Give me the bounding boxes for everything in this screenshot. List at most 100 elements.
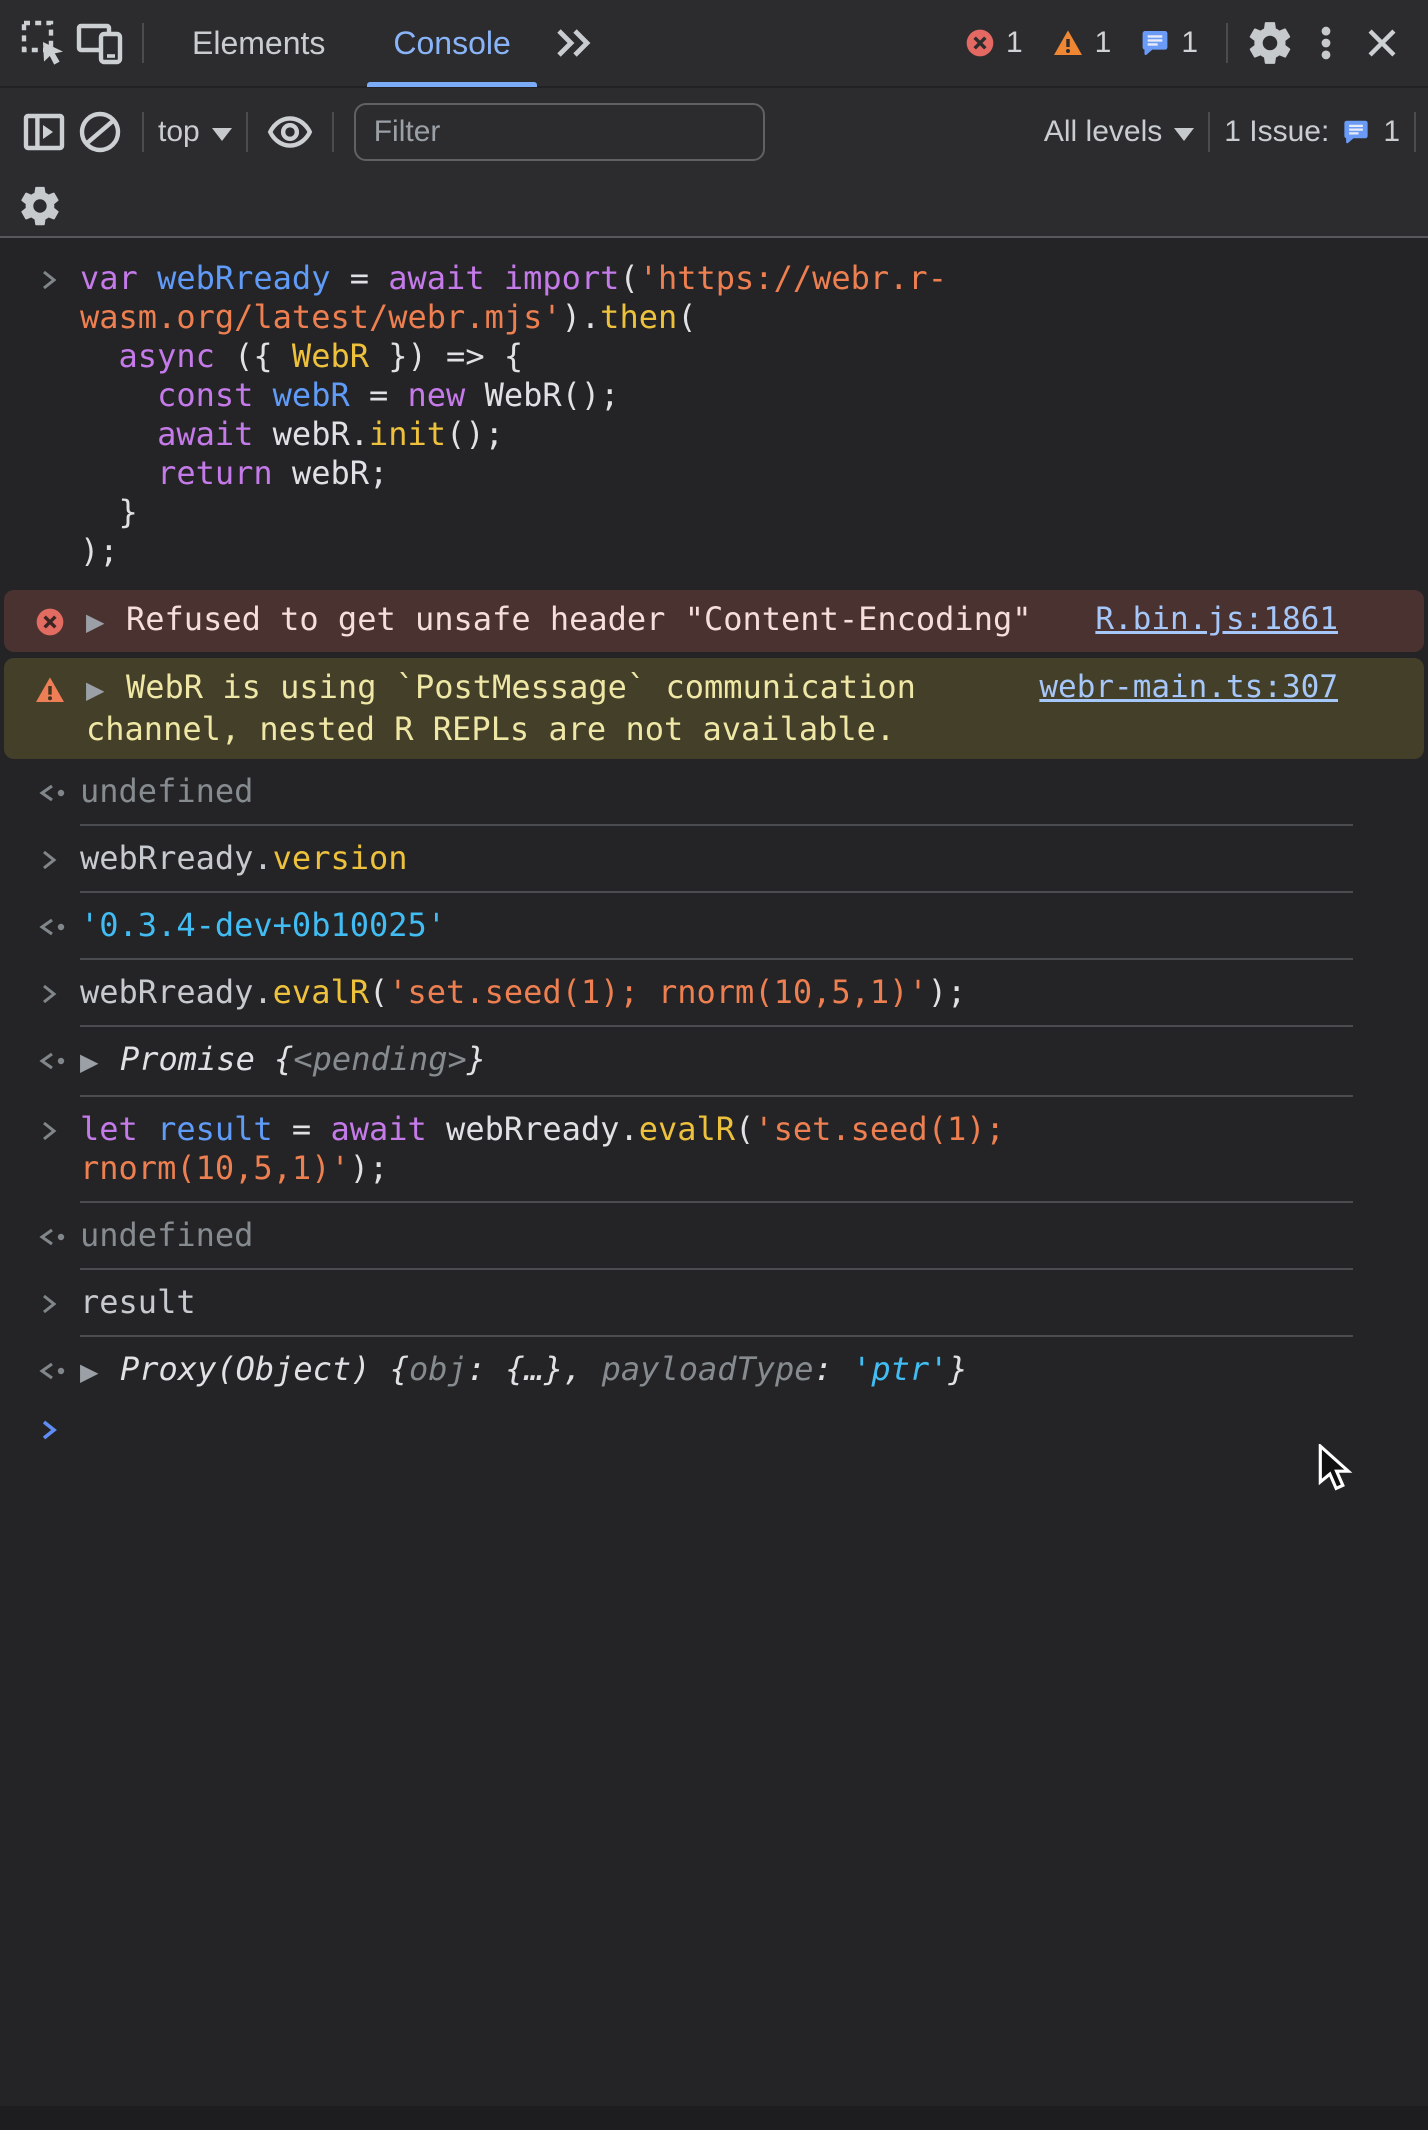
console-toolbar: top Filter All levels 1 Issue: 1: [0, 88, 1428, 176]
console-settings-gear-icon: [17, 183, 63, 229]
customize-menu-button[interactable]: [1298, 11, 1354, 75]
console-token: '0.3.4-dev+0b10025': [80, 906, 447, 944]
expand-triangle-icon[interactable]: ▶: [80, 1353, 108, 1392]
console-token: =: [349, 376, 408, 414]
console-token: [485, 259, 504, 297]
inspect-element-button[interactable]: [16, 11, 72, 75]
console-token: webR;: [272, 454, 389, 492]
console-token: {: [274, 1040, 294, 1078]
console-token: [80, 337, 119, 375]
divider: [1208, 112, 1211, 152]
console-token: (: [619, 259, 639, 297]
chevron-down-icon: [211, 127, 232, 141]
eye-icon: [265, 107, 315, 157]
console-token: undefined: [80, 772, 254, 810]
issues-count: 1: [1383, 115, 1400, 148]
console-token: evalR: [638, 1110, 736, 1148]
console-token: import: [503, 259, 620, 297]
close-icon: [1360, 21, 1404, 65]
console-entry-output: undefined: [0, 1203, 1428, 1268]
console-token: =: [272, 1110, 331, 1148]
console-token: }: [80, 493, 138, 531]
console-token: );: [80, 532, 119, 570]
sidebar-toggle-icon: [20, 108, 68, 156]
console-token: ();: [446, 415, 504, 453]
console-token: obj: [408, 1350, 467, 1388]
console-token: [253, 376, 272, 414]
console-token: [80, 376, 157, 414]
live-expression-button[interactable]: [262, 100, 318, 164]
tab-console[interactable]: Console: [363, 0, 540, 87]
console-token: result: [80, 1283, 196, 1321]
issues-bubble-icon: [1341, 117, 1371, 147]
filter-input[interactable]: Filter: [353, 103, 765, 161]
devtools-tab-bar: Elements Console 1 1 1: [0, 0, 1428, 88]
divider: [142, 23, 144, 63]
issues-label: 1 Issue:: [1224, 115, 1330, 148]
log-level-label: All levels: [1043, 115, 1163, 148]
expand-triangle-icon[interactable]: ▶: [86, 603, 114, 642]
console-message-text: webr-main.ts:307 ▶ WebR is using `PostMess…: [86, 668, 1408, 749]
chevron-down-icon: [1174, 127, 1195, 141]
console-token: Promise: [120, 1040, 275, 1078]
console-token: version: [272, 839, 408, 877]
error-count-badge[interactable]: 1: [964, 26, 1023, 60]
console-entry-text: undefined: [80, 772, 1428, 811]
context-selector[interactable]: top: [158, 115, 232, 149]
console-entry-text: let result = await webRready.evalR('set.…: [80, 1110, 1428, 1188]
console-settings-button[interactable]: [16, 178, 64, 234]
console-token: then: [600, 298, 678, 336]
source-location-link[interactable]: webr-main.ts:307: [1039, 668, 1338, 707]
console-token: (: [677, 298, 697, 336]
output-chevron-icon: [0, 906, 80, 945]
messages-count-badge[interactable]: 1: [1139, 26, 1198, 60]
tab-elements[interactable]: Elements: [162, 0, 355, 87]
console-token: 'https://webr.r-: [638, 259, 947, 297]
clear-console-button[interactable]: [72, 100, 128, 164]
console-token: Refused to get unsafe header "Content-En…: [126, 600, 1032, 638]
console-entry-text: webRready.evalR('set.seed(1); rnorm(10,5…: [80, 973, 1428, 1012]
device-toolbar-button[interactable]: [72, 11, 128, 75]
console-token: await: [157, 415, 254, 453]
console-token: );: [927, 973, 967, 1011]
warning-count-badge[interactable]: 1: [1051, 26, 1111, 60]
tab-elements-label: Elements: [192, 24, 326, 61]
input-chevron-icon: [0, 259, 80, 571]
settings-button[interactable]: [1242, 11, 1298, 75]
input-chevron-icon: [0, 839, 80, 878]
console-token: webRready.: [80, 973, 273, 1011]
console-token: webRready: [157, 259, 331, 297]
log-level-selector[interactable]: All levels: [1043, 115, 1195, 149]
console-token: channel, nested R REPLs are not availabl…: [86, 710, 896, 748]
console-token: result: [157, 1110, 273, 1148]
console-token: new: [407, 376, 466, 414]
console-entry-text: ▶ Proxy(Object) {obj: {…}, payloadType: '…: [80, 1350, 1428, 1392]
source-location-link[interactable]: R.bin.js:1861: [1095, 600, 1338, 639]
messages-badge-icon: [1139, 27, 1171, 59]
issues-counter[interactable]: 1 Issue: 1: [1224, 115, 1400, 149]
console-entry-input: var webRready = await import('https://we…: [0, 246, 1428, 584]
warning-icon: [4, 668, 86, 749]
input-chevron-icon: [0, 1283, 80, 1322]
console-token: }: [466, 1040, 487, 1078]
console-entry-text: var webRready = await import('https://we…: [80, 259, 1428, 571]
console-token: WebR();: [465, 376, 620, 414]
settings-gear-icon: [1245, 18, 1295, 68]
console-token: evalR: [272, 973, 369, 1011]
tab-console-label: Console: [393, 24, 511, 61]
console-prompt[interactable]: [0, 1405, 1428, 1454]
console-token: await: [388, 259, 485, 297]
console-sidebar-toggle-button[interactable]: [16, 100, 72, 164]
console-token: );: [349, 1149, 389, 1187]
console-token: [138, 259, 157, 297]
expand-triangle-icon[interactable]: ▶: [86, 671, 114, 710]
more-tabs-button[interactable]: [545, 11, 601, 75]
close-devtools-button[interactable]: [1354, 11, 1410, 75]
console-token: }: [948, 1350, 968, 1388]
input-chevron-icon: [0, 1110, 80, 1188]
expand-triangle-icon[interactable]: ▶: [80, 1043, 108, 1082]
console-token: ).: [561, 298, 601, 336]
console-token: rnorm(10,5,1)': [80, 1149, 350, 1187]
console-token: webRready.: [426, 1110, 639, 1148]
console-token: =: [330, 259, 389, 297]
